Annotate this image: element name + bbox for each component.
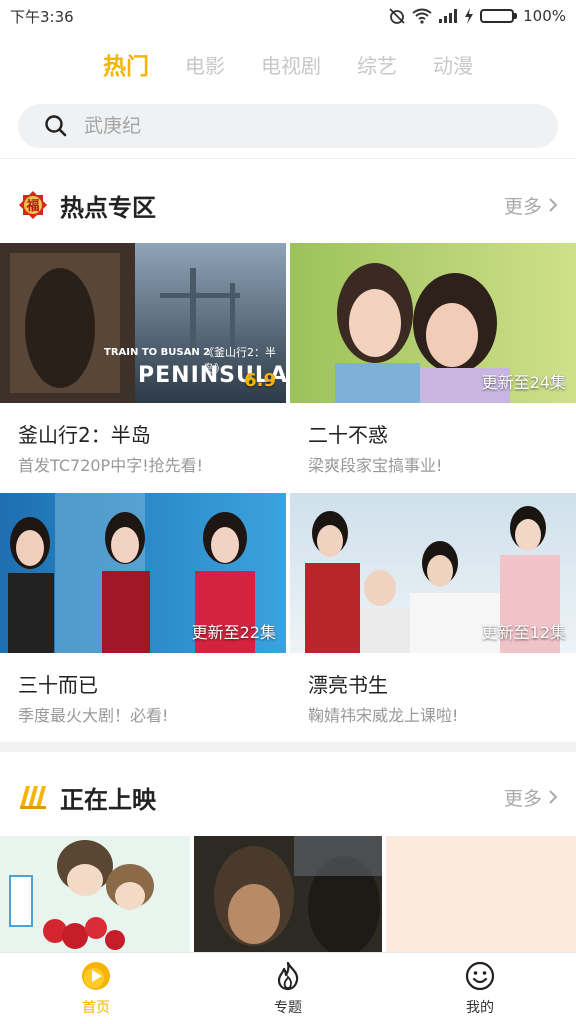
- search-icon: [44, 114, 68, 138]
- fortune-badge-icon: 福: [18, 190, 48, 220]
- video-title: 釜山行2：半岛: [18, 423, 151, 447]
- tab-tv[interactable]: 电视剧: [261, 50, 321, 79]
- alarm-off-icon: [388, 7, 406, 25]
- video-subtitle: 首发TC720P中字!抢先看!: [18, 456, 204, 475]
- nav-home-label: 首页: [82, 999, 110, 1016]
- video-thumbnail: 更新至24集: [290, 243, 576, 403]
- fortune-badge-text: 福: [25, 198, 39, 214]
- video-thumbnail: 更新至12集: [290, 493, 576, 653]
- nav-topics[interactable]: 专题: [192, 953, 384, 1024]
- wifi-icon: [412, 8, 432, 24]
- now-showing-title: 正在上映: [60, 785, 156, 814]
- video-card[interactable]: 更新至12集 漂亮书生 鞠婧祎宋威龙上课啦!: [290, 493, 576, 726]
- category-tabs: 热门 电影 电视剧 综艺 动漫: [0, 44, 576, 84]
- chevron-right-icon: [548, 197, 558, 213]
- battery-icon: [480, 9, 518, 23]
- tab-variety[interactable]: 综艺: [357, 50, 397, 79]
- search-input[interactable]: [84, 115, 484, 137]
- bottom-nav: 首页 专题 我的: [0, 952, 576, 1024]
- divider: [0, 158, 576, 159]
- tab-movie[interactable]: 电影: [185, 50, 225, 79]
- video-card[interactable]: 更新至24集 二十不惑 梁爽段家宝搞事业!: [290, 243, 576, 476]
- video-subtitle: 梁爽段家宝搞事业!: [308, 456, 443, 475]
- status-time: 下午3:36: [10, 7, 74, 26]
- video-title: 二十不惑: [308, 423, 388, 447]
- signal-icon: [438, 8, 458, 24]
- nav-profile-label: 我的: [466, 999, 494, 1016]
- nav-topics-label: 专题: [274, 999, 302, 1016]
- search-bar[interactable]: [18, 104, 558, 148]
- episode-badge: 更新至22集: [191, 623, 276, 642]
- movie-poster[interactable]: [386, 836, 576, 952]
- movie-poster[interactable]: [0, 836, 190, 952]
- status-icons: 100%: [388, 7, 566, 25]
- film-strip-icon: [18, 784, 48, 810]
- episode-badge: 更新至24集: [481, 373, 566, 392]
- hot-section-title: 热点专区: [60, 193, 156, 222]
- smiley-icon: [465, 961, 495, 991]
- video-thumbnail: 更新至22集: [0, 493, 286, 653]
- video-card[interactable]: 更新至22集 三十而已 季度最火大剧！必看!: [0, 493, 286, 726]
- battery-percent: 100%: [523, 7, 566, 25]
- hot-more-label: 更多: [503, 195, 542, 218]
- charging-icon: [464, 8, 474, 24]
- hot-more-link[interactable]: 更多: [504, 192, 558, 219]
- poster-caption: TRAIN TO BUSAN 2: [104, 347, 211, 358]
- now-showing-more-label: 更多: [503, 787, 542, 810]
- chevron-right-icon: [548, 789, 558, 805]
- video-title: 三十而已: [18, 673, 98, 697]
- section-divider: [0, 742, 576, 752]
- status-bar: 下午3:36 100%: [0, 0, 576, 32]
- nav-home[interactable]: 首页: [0, 953, 192, 1024]
- video-subtitle: 季度最火大剧！必看!: [18, 706, 169, 725]
- tab-anime[interactable]: 动漫: [433, 50, 473, 79]
- now-showing-more-link[interactable]: 更多: [504, 784, 558, 811]
- episode-badge: 更新至12集: [481, 623, 566, 642]
- now-showing-strip: [0, 836, 576, 952]
- video-card[interactable]: TRAIN TO BUSAN 2 《釜山行2：半岛》 PENINSULA 6.9…: [0, 243, 286, 476]
- now-showing-header: 正在上映 更多: [0, 772, 576, 822]
- video-subtitle: 鞠婧祎宋威龙上课啦!: [308, 706, 459, 725]
- movie-poster[interactable]: [194, 836, 382, 952]
- tab-hot[interactable]: 热门: [103, 47, 149, 81]
- video-thumbnail: TRAIN TO BUSAN 2 《釜山行2：半岛》 PENINSULA 6.9: [0, 243, 286, 403]
- rating-badge: 6.9: [244, 370, 276, 391]
- flame-icon: [273, 961, 303, 991]
- video-title: 漂亮书生: [308, 673, 388, 697]
- play-icon: [81, 961, 111, 991]
- hot-section-header: 福 热点专区 更多: [0, 180, 576, 230]
- nav-profile[interactable]: 我的: [384, 953, 576, 1024]
